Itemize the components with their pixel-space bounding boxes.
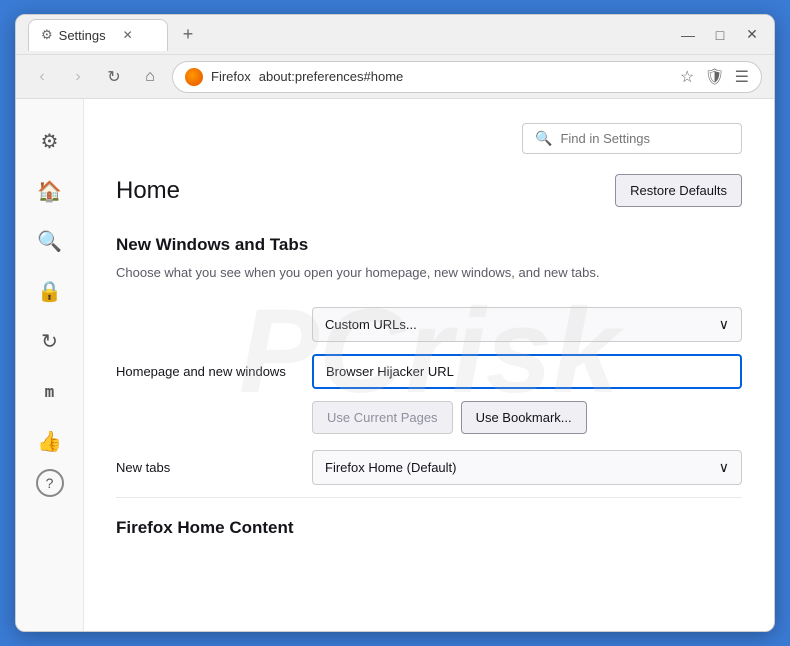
new-windows-tabs-desc: Choose what you see when you open your h… (116, 263, 742, 283)
new-tabs-chevron-icon (719, 459, 729, 476)
sidebar-item-monitor[interactable]: m (28, 369, 72, 413)
new-tabs-dropdown[interactable]: Firefox Home (Default) (312, 450, 742, 485)
address-url: about:preferences#home (259, 69, 404, 84)
settings-tab-icon: ⚙ (41, 27, 53, 43)
sidebar-item-search[interactable]: 🔍 (28, 219, 72, 263)
window-controls: — □ ✕ (678, 25, 762, 45)
sidebar: ⚙ 🏠 🔍 🔒 ↻ m 👍 ? (16, 99, 84, 631)
menu-icon[interactable]: ☰ (735, 67, 749, 87)
find-in-settings-area: 🔍 (116, 123, 742, 154)
find-search-icon: 🔍 (535, 130, 552, 147)
custom-urls-dropdown[interactable]: Custom URLs... (312, 307, 742, 342)
close-button[interactable]: ✕ (742, 25, 762, 45)
nav-bar: ‹ › ↻ ⌂ Firefox about:preferences#home ☆… (16, 55, 774, 99)
homepage-setting-row: Homepage and new windows (116, 354, 742, 389)
new-windows-tabs-section: New Windows and Tabs Choose what you see… (116, 235, 742, 485)
sidebar-item-home[interactable]: 🏠 (28, 169, 72, 213)
main-area: ⚙ 🏠 🔍 🔒 ↻ m 👍 ? PCrisk 🔍 Home (16, 99, 774, 631)
title-bar: ⚙ Settings ✕ + — □ ✕ (16, 15, 774, 55)
find-in-settings-input[interactable] (560, 131, 729, 146)
home-button[interactable]: ⌂ (136, 63, 164, 91)
new-tabs-label: New tabs (116, 460, 296, 475)
minimize-button[interactable]: — (678, 25, 698, 45)
new-windows-tabs-title: New Windows and Tabs (116, 235, 742, 255)
sidebar-item-help[interactable]: ? (36, 469, 64, 497)
sidebar-item-sync[interactable]: ↻ (28, 319, 72, 363)
use-bookmark-label: Use Bookmark... (476, 410, 572, 425)
bookmark-icon[interactable]: ☆ (680, 67, 694, 87)
forward-button[interactable]: › (64, 63, 92, 91)
find-in-settings-input-wrapper[interactable]: 🔍 (522, 123, 742, 154)
new-tabs-control: Firefox Home (Default) (312, 450, 742, 485)
tab-close-button[interactable]: ✕ (120, 27, 136, 43)
homepage-url-input[interactable] (312, 354, 742, 389)
new-tabs-value: Firefox Home (Default) (325, 460, 456, 475)
homepage-control (312, 354, 742, 389)
firefox-home-content-title: Firefox Home Content (116, 497, 742, 538)
homepage-label: Homepage and new windows (116, 364, 296, 379)
sidebar-item-extensions[interactable]: 👍 (28, 419, 72, 463)
maximize-button[interactable]: □ (710, 25, 730, 45)
page-header: Home Restore Defaults (116, 174, 742, 207)
restore-defaults-button[interactable]: Restore Defaults (615, 174, 742, 207)
custom-urls-chevron-icon (719, 316, 729, 333)
custom-urls-value: Custom URLs... (325, 317, 417, 332)
new-tabs-row: New tabs Firefox Home (Default) (116, 450, 742, 485)
restore-defaults-label: Restore Defaults (630, 183, 727, 198)
shield-icon[interactable]: 🛡 (704, 67, 724, 87)
custom-urls-row: Custom URLs... (116, 307, 742, 342)
use-bookmark-button[interactable]: Use Bookmark... (461, 401, 587, 434)
homepage-buttons-row: Use Current Pages Use Bookmark... (312, 401, 742, 434)
sidebar-item-settings[interactable]: ⚙ (28, 119, 72, 163)
back-button[interactable]: ‹ (28, 63, 56, 91)
address-icons: ☆ 🛡 ☰ (680, 67, 749, 87)
use-current-pages-button[interactable]: Use Current Pages (312, 401, 453, 434)
custom-urls-control: Custom URLs... (312, 307, 742, 342)
sidebar-item-privacy[interactable]: 🔒 (28, 269, 72, 313)
address-bar[interactable]: Firefox about:preferences#home ☆ 🛡 ☰ (172, 61, 762, 93)
settings-tab[interactable]: ⚙ Settings ✕ (28, 19, 168, 51)
tab-area: ⚙ Settings ✕ + (28, 19, 670, 51)
firefox-logo-icon (185, 68, 203, 86)
page-title: Home (116, 177, 180, 205)
content-area: PCrisk 🔍 Home Restore Defaults New Windo… (84, 99, 774, 631)
browser-window: ⚙ Settings ✕ + — □ ✕ ‹ › ↻ ⌂ Firefox abo… (15, 14, 775, 632)
firefox-label: Firefox (211, 69, 251, 84)
new-tab-button[interactable]: + (176, 23, 200, 47)
reload-button[interactable]: ↻ (100, 63, 128, 91)
use-current-pages-label: Use Current Pages (327, 410, 438, 425)
settings-tab-label: Settings (59, 28, 106, 43)
